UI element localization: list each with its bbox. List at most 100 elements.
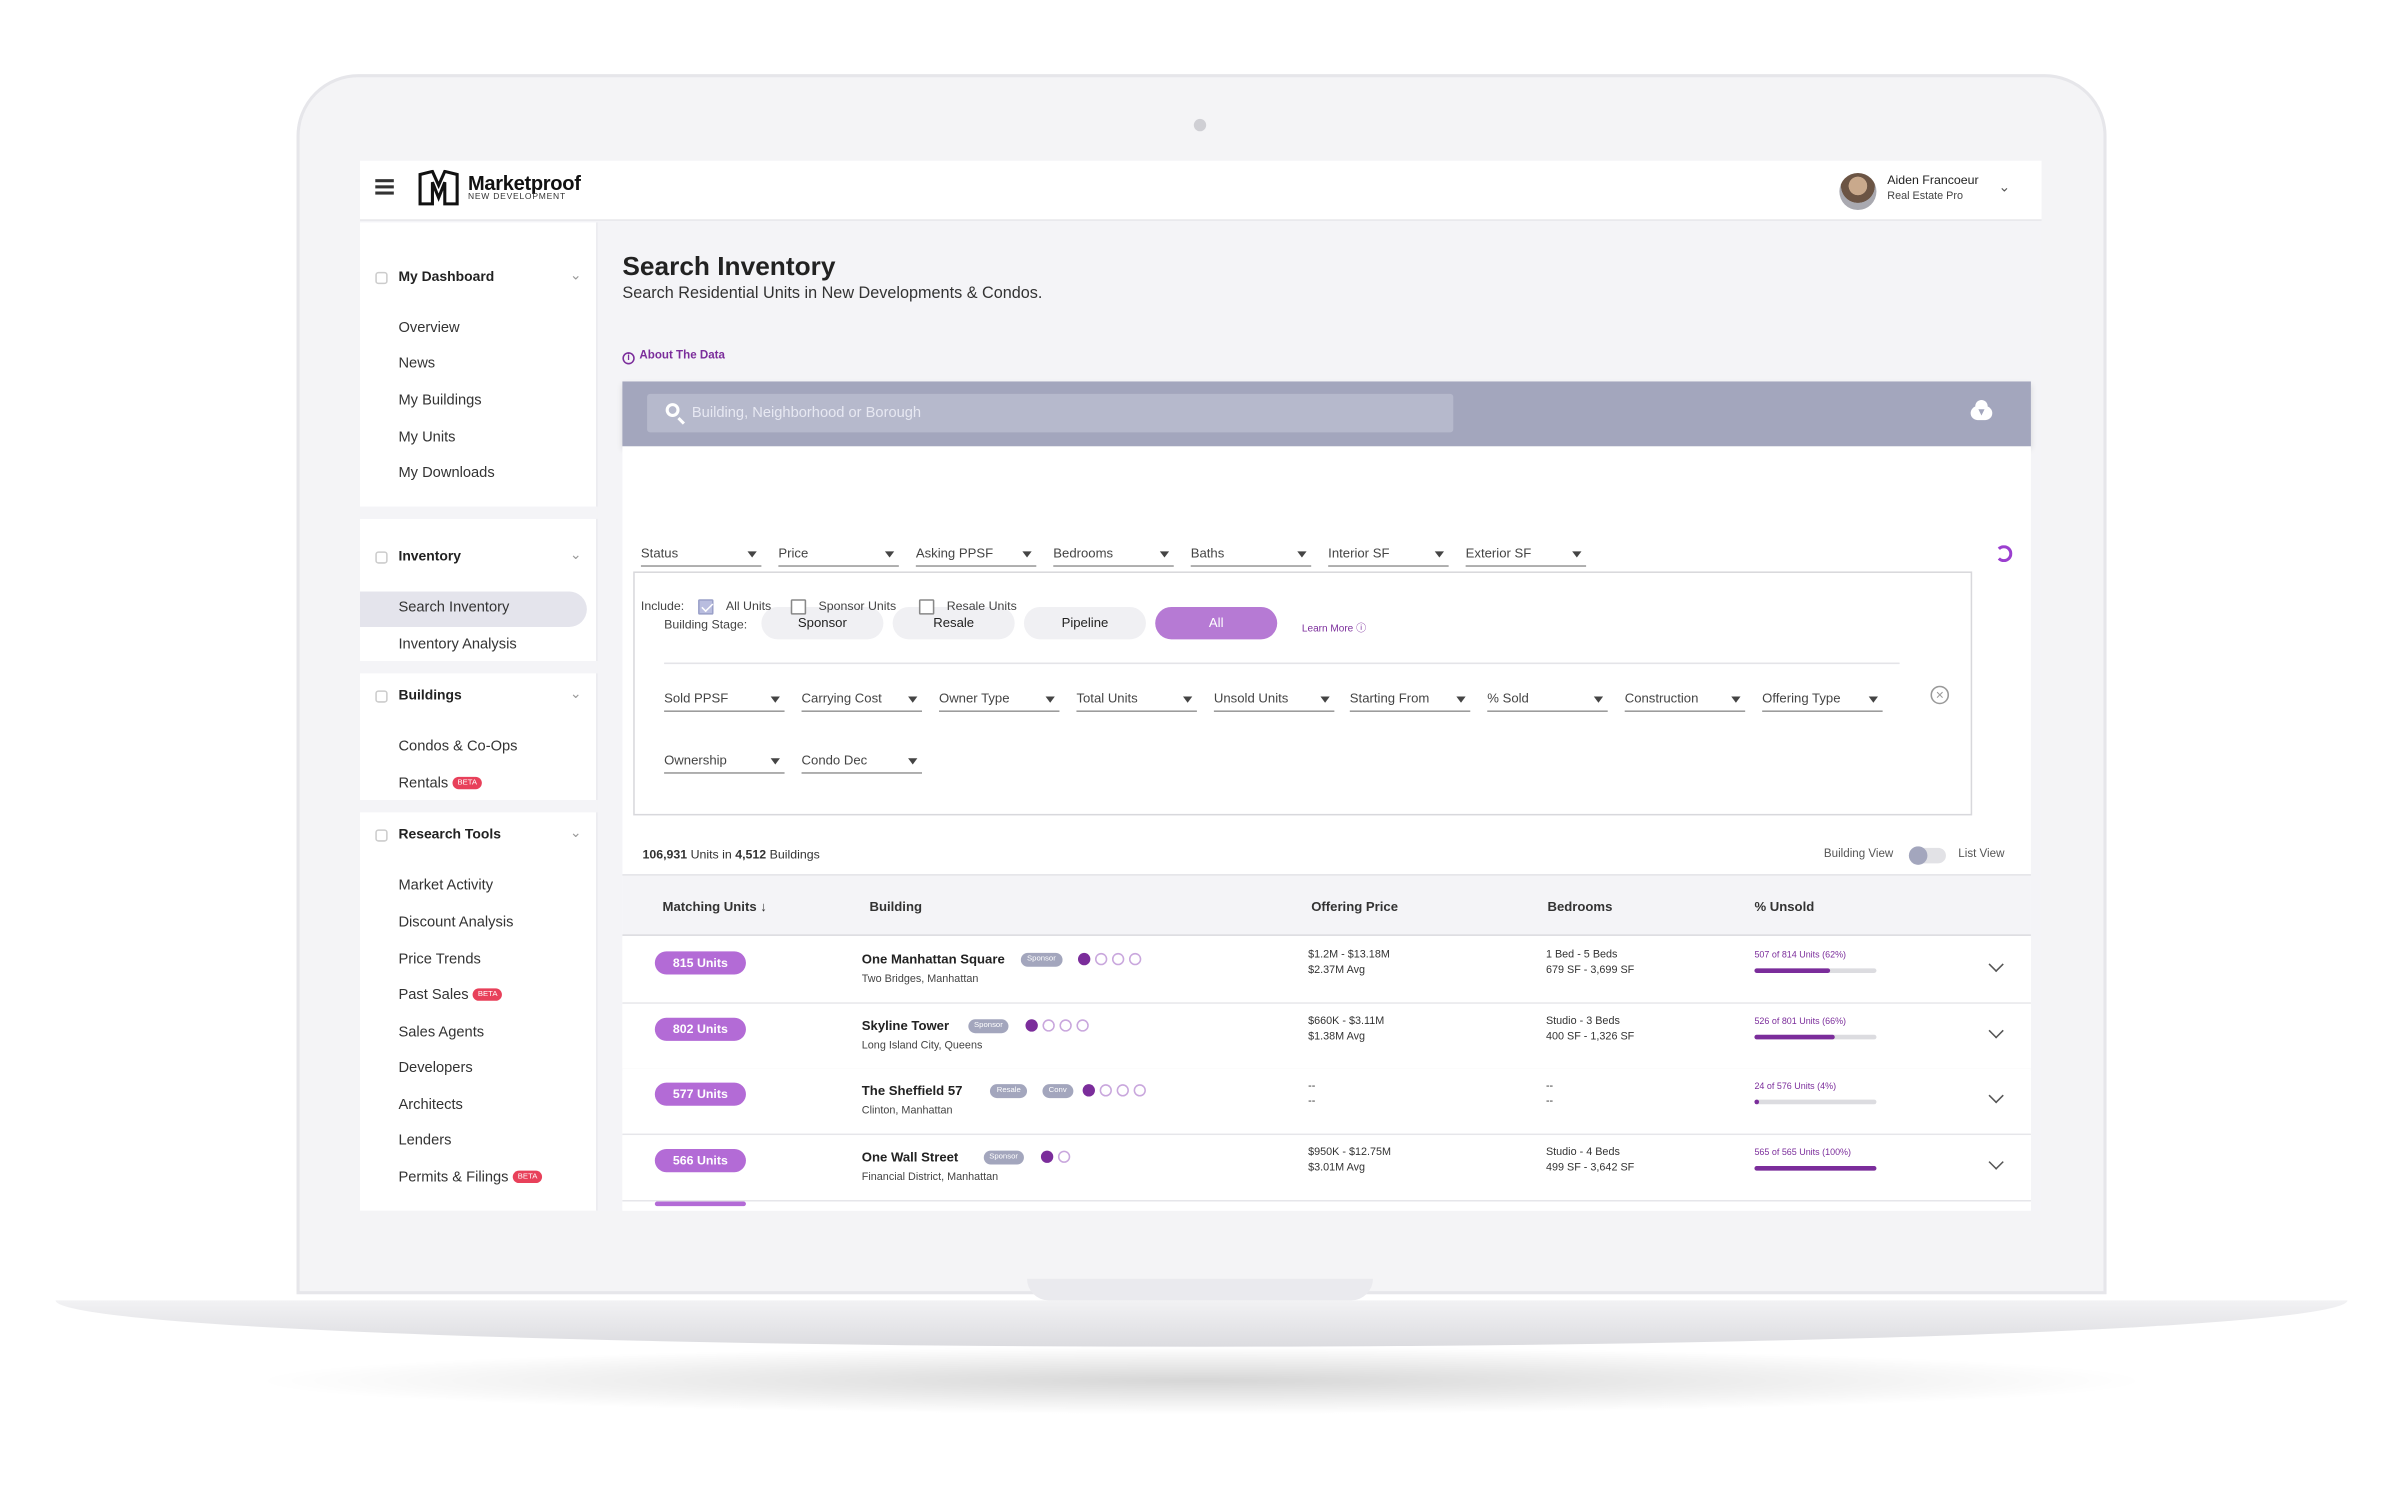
building-view-label[interactable]: Building View <box>1824 846 1893 860</box>
sidebar-item-sales-agents[interactable]: Sales Agents <box>398 1024 484 1041</box>
sidebar-item-permits-filings[interactable]: Permits & Filings BETA <box>398 1169 543 1186</box>
caret-down-icon <box>908 758 918 765</box>
chevron-down-icon[interactable]: ⌄ <box>570 825 582 842</box>
checkbox-resale-units[interactable] <box>918 599 935 615</box>
checkbox-all-units[interactable] <box>698 599 714 615</box>
checkbox-sponsor-units[interactable] <box>790 599 807 615</box>
col-building[interactable]: Building <box>869 899 922 914</box>
sidebar-item-discount-analysis[interactable]: Discount Analysis <box>398 914 513 931</box>
sidebar-item-my-downloads[interactable]: My Downloads <box>398 465 494 482</box>
chevron-down-icon[interactable] <box>1988 956 2004 973</box>
sidebar-item-market-activity[interactable]: Market Activity <box>398 877 493 894</box>
chevron-down-icon[interactable]: ⌄ <box>570 267 582 284</box>
status-circle-icon <box>1057 1150 1070 1163</box>
sidebar-item-rentals[interactable]: Rentals BETA <box>398 775 482 792</box>
chevron-down-icon[interactable] <box>1988 1154 2004 1170</box>
chevron-down-icon[interactable]: ⌄ <box>570 547 582 564</box>
table-row[interactable]: 815 Units One Manhattan Square Sponsor Two … <box>622 937 2031 1004</box>
filter-offering-type[interactable]: Offering Type <box>1762 690 1883 712</box>
filter-owner-type[interactable]: Owner Type <box>938 690 1060 712</box>
building-name[interactable]: One Manhattan Square <box>862 951 1005 966</box>
filter--sold[interactable]: % Sold <box>1487 690 1608 712</box>
table-row[interactable]: 577 Units The Sheffield 57 Resale Conv Clint… <box>622 1068 2031 1136</box>
sidebar-item-overview[interactable]: Overview <box>398 320 459 337</box>
filter-exterior-sf[interactable]: Exterior SF <box>1465 545 1587 567</box>
filter-construction[interactable]: Construction <box>1624 690 1746 712</box>
matching-units-badge <box>654 1201 746 1207</box>
sidebar-item-my-units[interactable]: My Units <box>398 429 455 446</box>
list-view-label[interactable]: List View <box>1958 846 2004 860</box>
section-gap <box>359 799 598 813</box>
sidebar-section-title: Inventory <box>398 548 462 564</box>
sidebar-item-search-inventory[interactable]: Search Inventory <box>398 599 509 616</box>
filter-carrying-cost[interactable]: Carrying Cost <box>801 690 923 712</box>
col-unsold[interactable]: % Unsold <box>1754 899 1814 914</box>
filter-condo-dec[interactable]: Condo Dec <box>801 752 923 774</box>
col-offering-price[interactable]: Offering Price <box>1311 899 1398 914</box>
sidebar-item-developers[interactable]: Developers <box>398 1059 472 1076</box>
building-location: Long Island City, Queens <box>861 1040 983 1052</box>
filter-bedrooms[interactable]: Bedrooms <box>1053 545 1174 567</box>
filter-price[interactable]: Price <box>778 545 899 567</box>
filter-label: Total Units <box>1076 690 1138 706</box>
building-name[interactable]: The Sheffield 57 <box>862 1083 963 1098</box>
learn-more-link[interactable]: Learn More ⓘ <box>1302 619 1366 635</box>
view-toggle[interactable] <box>1908 846 1946 865</box>
chevron-down-icon[interactable] <box>1988 1023 2004 1039</box>
menu-icon[interactable] <box>375 179 394 195</box>
matching-units-badge[interactable]: 566 Units <box>654 1149 746 1173</box>
filter-baths[interactable]: Baths <box>1190 545 1312 567</box>
search-input[interactable] <box>691 393 1434 433</box>
sidebar-item-my-buildings[interactable]: My Buildings <box>398 392 481 409</box>
filter-asking-ppsf[interactable]: Asking PPSF <box>915 545 1037 567</box>
sidebar-item-architects[interactable]: Architects <box>398 1097 462 1114</box>
filter-total-units[interactable]: Total Units <box>1076 690 1197 712</box>
filter-interior-sf[interactable]: Interior SF <box>1328 545 1449 567</box>
sidebar-item-condos-co-ops[interactable]: Condos & Co-Ops <box>398 738 517 755</box>
refresh-icon[interactable] <box>1995 545 2013 563</box>
sidebar-section-0[interactable]: My Dashboard ⌄ <box>375 267 591 291</box>
filter-unsold-units[interactable]: Unsold Units <box>1213 690 1335 712</box>
section-icon <box>375 551 388 564</box>
matching-units-badge[interactable]: 802 Units <box>654 1017 746 1041</box>
filter-ownership[interactable]: Ownership <box>664 752 785 774</box>
cloud-download-icon[interactable] <box>1970 399 1993 421</box>
laptop-shadow <box>247 1346 2156 1415</box>
beta-badge: BETA <box>473 988 503 1001</box>
filter-label: Status <box>640 545 679 561</box>
chevron-down-icon[interactable] <box>1988 1088 2004 1104</box>
matching-units-badge[interactable]: 815 Units <box>654 951 746 975</box>
chevron-down-icon[interactable]: ⌄ <box>570 686 582 703</box>
col-bedrooms[interactable]: Bedrooms <box>1547 899 1612 914</box>
sidebar-section-1[interactable]: Inventory ⌄ <box>375 547 591 570</box>
col-matching-units[interactable]: Matching Units ↓ <box>663 899 767 914</box>
sf-range: 400 SF - 1,326 SF <box>1545 1031 1635 1043</box>
search-box[interactable] <box>647 393 1454 433</box>
section-icon <box>375 690 388 703</box>
table-row[interactable]: 566 Units One Wall Street Sponsor Financial… <box>622 1135 2031 1202</box>
matching-units-badge[interactable]: 577 Units <box>654 1082 746 1106</box>
sidebar-item-label: Lenders <box>398 1132 452 1150</box>
sidebar-item-label: My Downloads <box>398 464 495 482</box>
sidebar-item-news[interactable]: News <box>398 355 435 372</box>
stage-all[interactable]: All <box>1155 606 1278 640</box>
unsold-progress-track <box>1754 1099 1877 1105</box>
building-name[interactable]: Skyline Tower <box>862 1018 949 1033</box>
sidebar-item-inventory-analysis[interactable]: Inventory Analysis <box>398 636 516 653</box>
building-name[interactable]: One Wall Street <box>862 1149 959 1164</box>
sidebar-section-3[interactable]: Research Tools ⌄ <box>375 825 591 848</box>
sidebar-item-lenders[interactable]: Lenders <box>398 1132 451 1149</box>
sidebar-item-past-sales[interactable]: Past Sales BETA <box>398 987 503 1004</box>
results-count: 106,931 Units in 4,512 Buildings <box>642 848 819 862</box>
sidebar-item-label: Price Trends <box>398 951 481 969</box>
about-data-link[interactable]: i About The Data <box>622 347 725 365</box>
filter-starting-from[interactable]: Starting From <box>1349 690 1471 712</box>
clear-filters-icon[interactable]: × <box>1930 685 1950 705</box>
sidebar-section-2[interactable]: Buildings ⌄ <box>375 686 591 709</box>
verified-check-icon <box>1040 1150 1053 1163</box>
table-row[interactable]: 802 Units Skyline Tower Sponsor Long Island… <box>622 1003 2031 1071</box>
stage-pipeline[interactable]: Pipeline <box>1023 606 1146 640</box>
filter-sold-ppsf[interactable]: Sold PPSF <box>664 690 785 712</box>
filter-status[interactable]: Status <box>640 545 762 567</box>
sidebar-item-price-trends[interactable]: Price Trends <box>398 951 480 968</box>
